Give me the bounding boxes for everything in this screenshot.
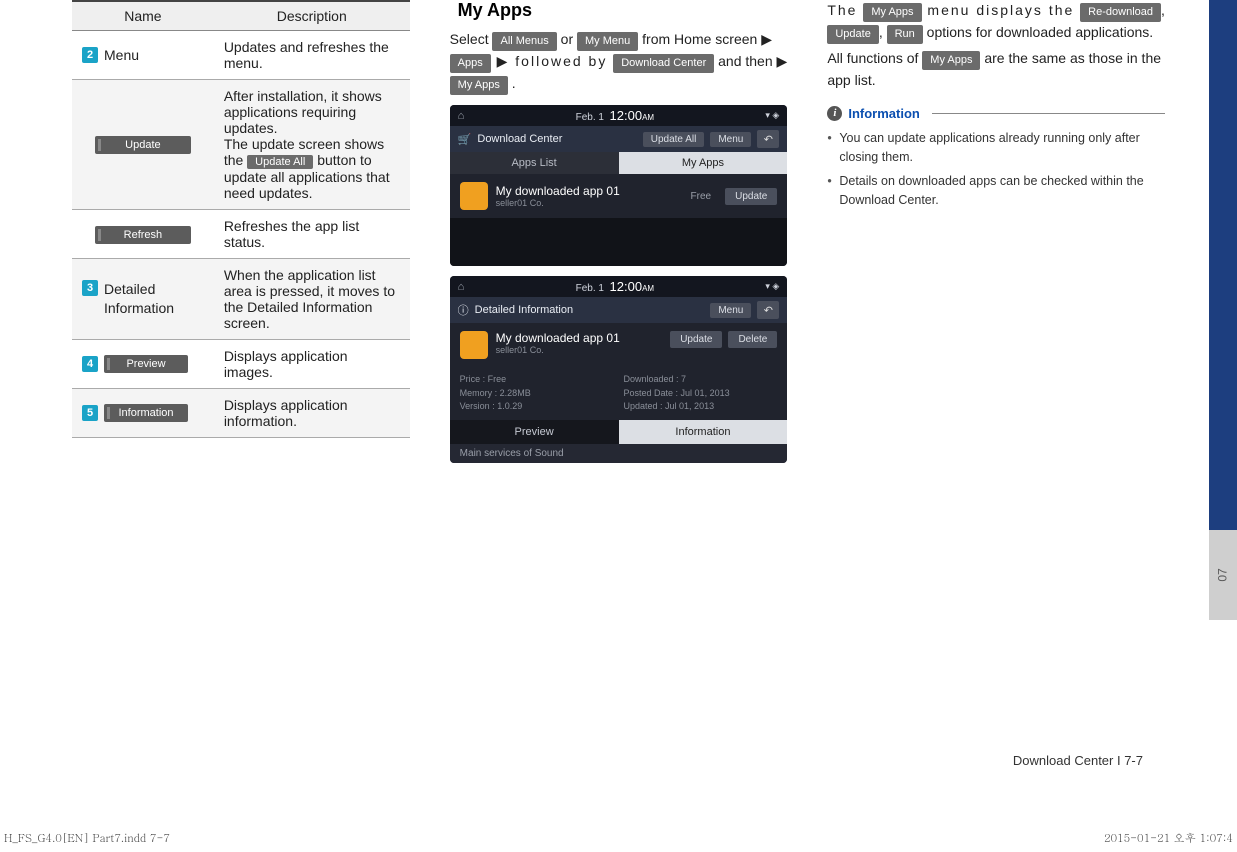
chip-update-opt: Update: [827, 25, 878, 44]
chip-preview: Preview: [104, 355, 188, 373]
app-icon: [460, 182, 488, 210]
dev2-tab-preview: Preview: [450, 420, 619, 444]
info-icon: ⓘ: [458, 302, 469, 318]
dev2-meta-right: Downloaded : 7 Posted Date : Jul 01, 201…: [624, 373, 778, 414]
dev2-footer: Main services of Sound: [450, 444, 788, 463]
num-badge-5: 5: [82, 405, 98, 421]
info-bullet-2: Details on downloaded apps can be checke…: [827, 172, 1165, 210]
cart-icon: 🛒: [458, 133, 472, 146]
chip-apps: Apps: [450, 54, 491, 73]
wifi-icon: ▾ ◈: [765, 281, 779, 292]
myapps-path-text: Select All Menus or My Menu from Home sc…: [450, 29, 788, 95]
row-desc-menu: Updates and refreshes the menu.: [214, 31, 410, 80]
chip-refresh: Refresh: [95, 226, 191, 244]
page-footer: Download Center I 7-7: [1013, 753, 1143, 768]
column-middle: My Apps Select All Menus or My Menu from…: [450, 0, 788, 473]
print-meta-right: 2015-01-21 오후 1:07:4: [1104, 831, 1233, 846]
print-meta-left: H_FS_G4.0[EN] Part7.indd 7-7: [4, 831, 170, 846]
num-badge-2: 2: [82, 47, 98, 63]
row-name-menu: Menu: [104, 47, 139, 63]
back-icon: ↶: [757, 301, 779, 319]
dev1-update-btn: Update: [725, 188, 777, 205]
dev1-menu: Menu: [710, 132, 751, 147]
dev2-app-name: My downloaded app 01: [496, 331, 620, 345]
dev1-tab-my-apps: My Apps: [619, 152, 788, 174]
th-name: Name: [72, 1, 214, 31]
wifi-icon: ▾ ◈: [765, 110, 779, 121]
chip-my-apps-menu: My Apps: [863, 3, 921, 22]
col3-p2: All functions of My Apps are the same as…: [827, 48, 1165, 92]
device-screenshot-detailed-info: ⌂ Feb. 1 12:00AM ▾ ◈ ⓘDetailed Informati…: [450, 276, 788, 463]
column-left: Name Description 2 Menu Updates and refr…: [72, 0, 410, 473]
chip-redownload: Re-download: [1080, 3, 1161, 22]
dev2-app-seller: seller01 Co.: [496, 345, 663, 355]
info-bullet-1: You can update applications already runn…: [827, 129, 1165, 167]
section-title-myapps: My Apps: [450, 0, 788, 21]
chip-download-center: Download Center: [613, 54, 714, 73]
dev1-update-all: Update All: [643, 132, 705, 147]
dev1-tab-apps-list: Apps List: [450, 152, 619, 174]
row-desc-detailed: When the application list area is presse…: [214, 259, 410, 340]
num-badge-4: 4: [82, 356, 98, 372]
chip-my-apps-path: My Apps: [450, 76, 508, 95]
dev1-app-seller: seller01 Co.: [496, 198, 683, 208]
definitions-table: Name Description 2 Menu Updates and refr…: [72, 0, 410, 438]
num-badge-3: 3: [82, 280, 98, 296]
dev2-menu: Menu: [710, 303, 751, 318]
dev2-title: Detailed Information: [475, 304, 573, 316]
information-list: You can update applications already runn…: [827, 129, 1165, 210]
print-meta: H_FS_G4.0[EN] Part7.indd 7-7 2015-01-21 …: [0, 831, 1237, 846]
dev1-title: Download Center: [477, 133, 562, 145]
row-desc-refresh: Refreshes the app list status.: [214, 210, 410, 259]
th-desc: Description: [214, 1, 410, 31]
chip-my-apps-same: My Apps: [922, 51, 980, 70]
chip-all-menus: All Menus: [492, 32, 556, 51]
column-right: The My Apps menu displays the Re-downloa…: [827, 0, 1165, 473]
home-icon: ⌂: [458, 281, 465, 293]
chip-my-menu: My Menu: [577, 32, 638, 51]
row-desc-update: After installation, it shows application…: [214, 80, 410, 210]
row-desc-information: Displays application information.: [214, 389, 410, 438]
side-tab-chapter-num: 07: [1209, 530, 1237, 620]
dev2-delete-btn: Delete: [728, 331, 777, 348]
chip-update-all-inline: Update All: [247, 155, 313, 169]
dev2-update-btn: Update: [670, 331, 722, 348]
dev1-free: Free: [691, 191, 712, 202]
dev2-meta-left: Price : Free Memory : 2.28MB Version : 1…: [460, 373, 614, 414]
col3-p1: The My Apps menu displays the Re-downloa…: [827, 0, 1165, 44]
info-i-icon: i: [827, 106, 842, 121]
home-icon: ⌂: [458, 110, 465, 122]
dev1-app-name: My downloaded app 01: [496, 184, 620, 198]
app-icon: [460, 331, 488, 359]
device-screenshot-download-center: ⌂ Feb. 1 12:00AM ▾ ◈ 🛒Download Center Up…: [450, 105, 788, 266]
row-name-detailed: Detailed Information: [104, 280, 204, 318]
side-tab-blue: [1209, 0, 1237, 530]
back-icon: ↶: [757, 130, 779, 148]
chip-run: Run: [887, 25, 923, 44]
information-heading: i Information: [827, 106, 1165, 121]
dev2-tab-information: Information: [619, 420, 788, 444]
row-desc-preview: Displays application images.: [214, 340, 410, 389]
chip-information: Information: [104, 404, 188, 422]
chip-update: Update: [95, 136, 191, 154]
